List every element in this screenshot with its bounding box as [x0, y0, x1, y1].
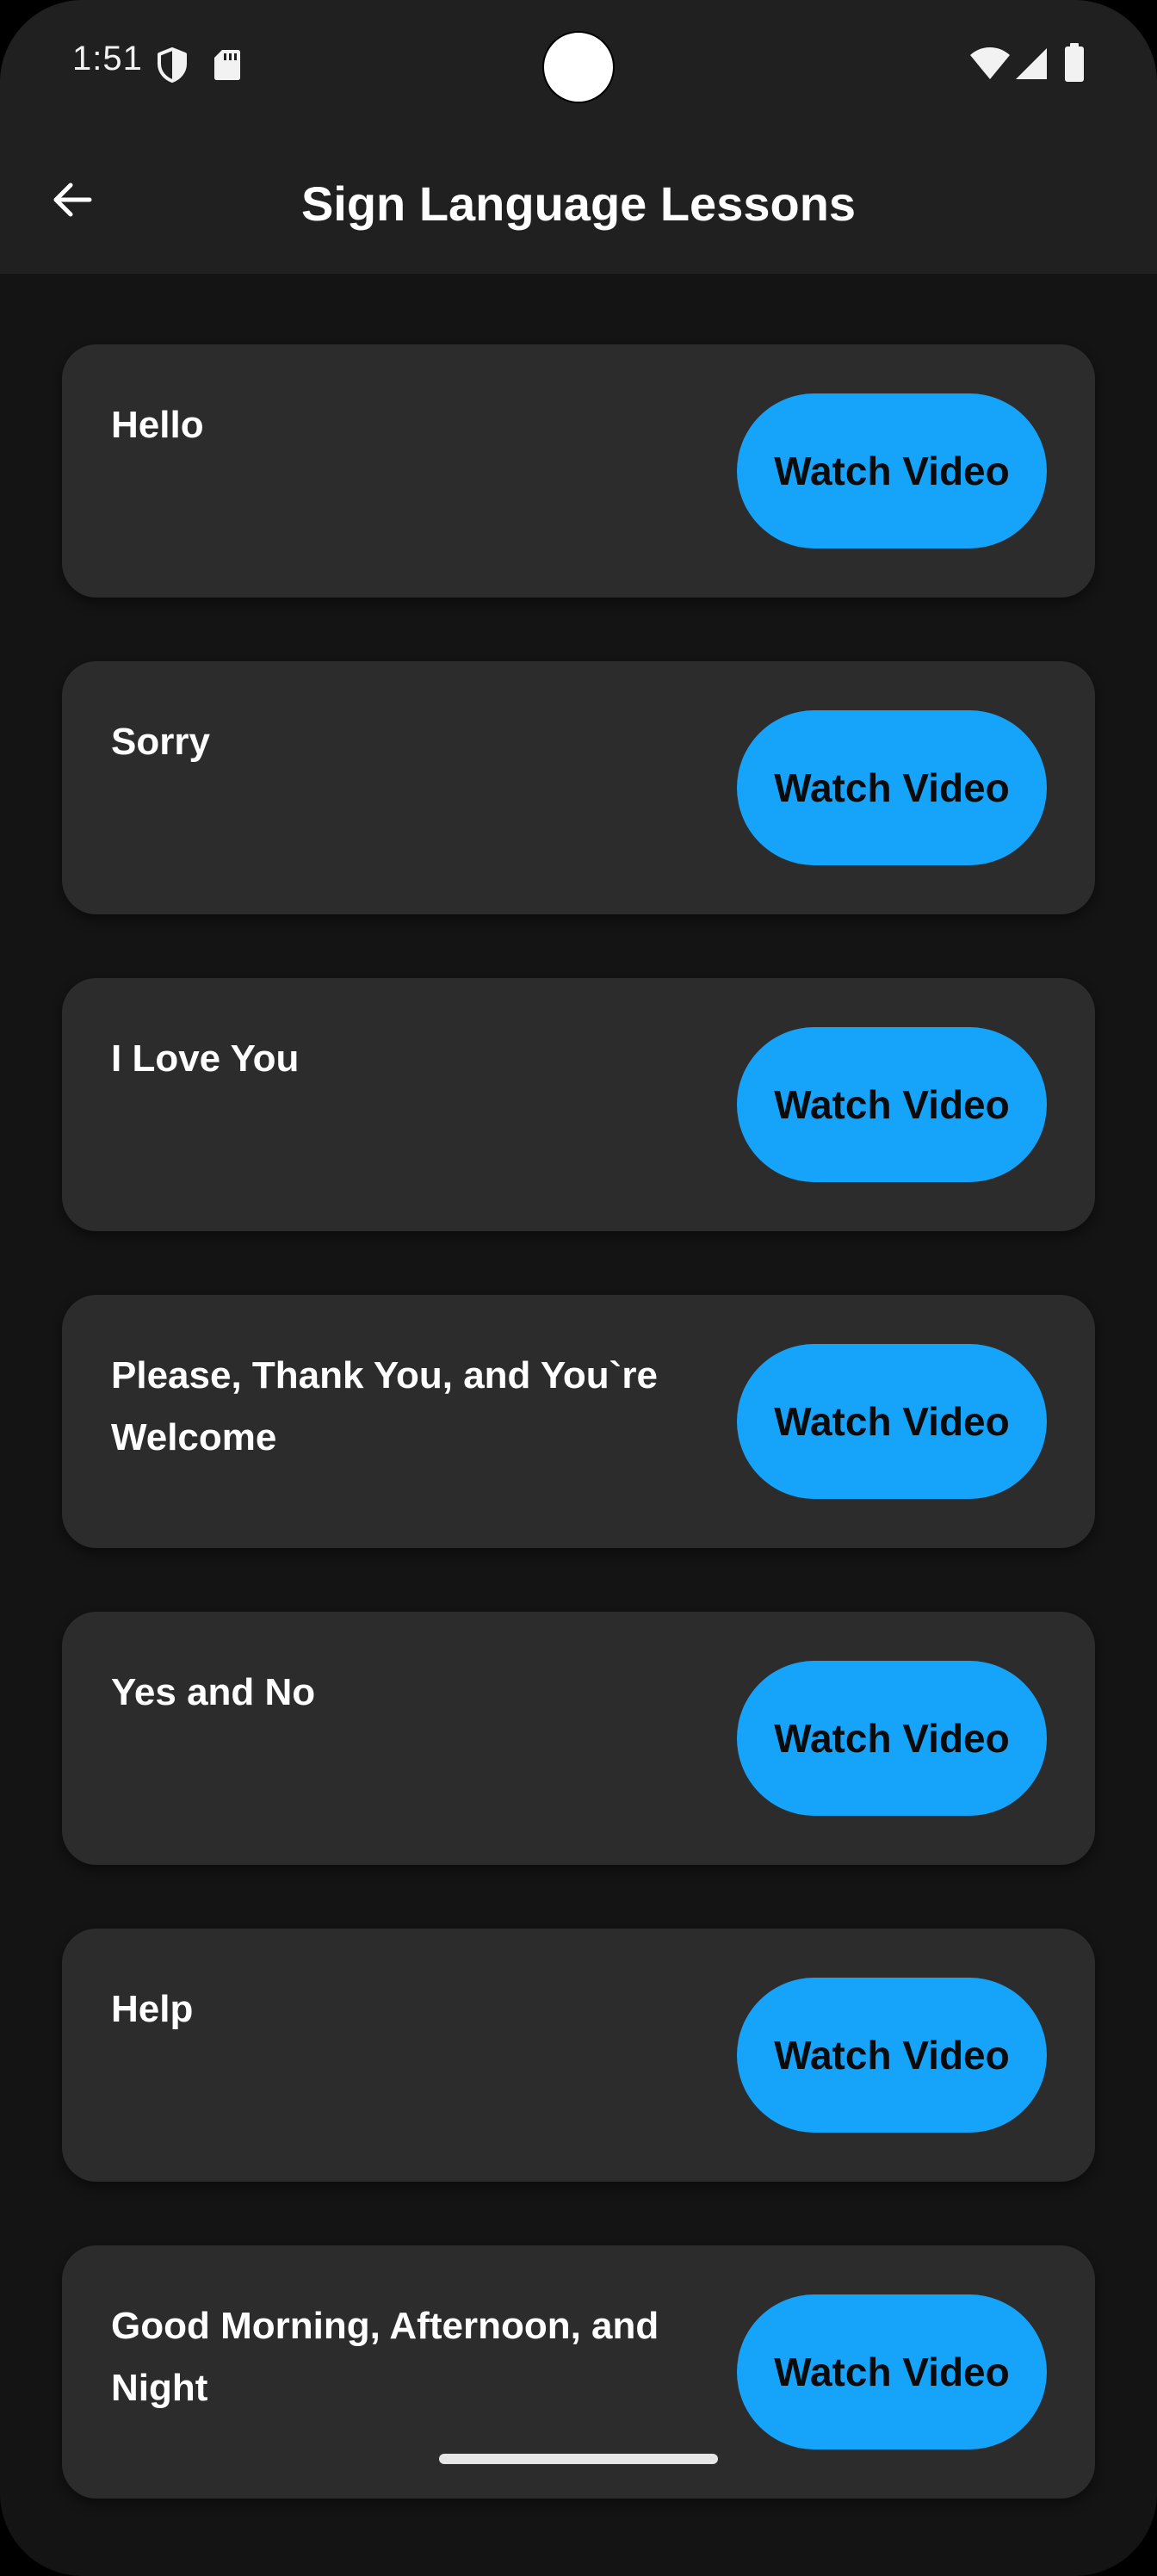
watch-video-button[interactable]: Watch Video — [737, 710, 1047, 865]
lesson-title: Good Morning, Afternoon, and Night — [111, 2305, 659, 2409]
home-indicator[interactable] — [439, 2454, 718, 2464]
lesson-card: Yes and No Watch Video — [62, 1612, 1095, 1865]
lesson-title: Yes and No — [111, 1671, 316, 1713]
lesson-title: Help — [111, 1988, 194, 2030]
lesson-card: Help Watch Video — [62, 1929, 1095, 2182]
wifi-icon — [970, 47, 1010, 79]
phone-screen: 1:51 Sign Language Lessons Hello Watch V… — [0, 0, 1157, 2576]
sd-card-icon — [214, 50, 240, 80]
lesson-title: Hello — [111, 404, 204, 446]
page-title: Sign Language Lessons — [300, 176, 857, 231]
app-bar: Sign Language Lessons — [0, 134, 1157, 274]
lesson-title: I Love You — [111, 1037, 300, 1080]
lesson-card: Please, Thank You, and You`re Welcome Wa… — [62, 1295, 1095, 1548]
watch-video-button[interactable]: Watch Video — [737, 2294, 1047, 2449]
signal-icon — [1016, 48, 1047, 79]
watch-video-button[interactable]: Watch Video — [737, 1978, 1047, 2133]
watch-video-button[interactable]: Watch Video — [737, 1027, 1047, 1182]
lesson-card: Sorry Watch Video — [62, 661, 1095, 914]
lesson-card: Hello Watch Video — [62, 344, 1095, 598]
front-camera — [542, 31, 615, 103]
lesson-title: Please, Thank You, and You`re Welcome — [111, 1354, 658, 1458]
watch-video-button[interactable]: Watch Video — [737, 1344, 1047, 1499]
lesson-title: Sorry — [111, 721, 210, 763]
watch-video-button[interactable]: Watch Video — [737, 393, 1047, 548]
status-time: 1:51 — [72, 40, 143, 77]
lesson-card: I Love You Watch Video — [62, 978, 1095, 1231]
lesson-list: Hello Watch Video Sorry Watch Video I Lo… — [62, 344, 1095, 2562]
status-bar: 1:51 — [0, 0, 1157, 134]
battery-icon — [1065, 43, 1084, 82]
watch-video-button[interactable]: Watch Video — [737, 1661, 1047, 1816]
shield-icon — [158, 47, 187, 83]
